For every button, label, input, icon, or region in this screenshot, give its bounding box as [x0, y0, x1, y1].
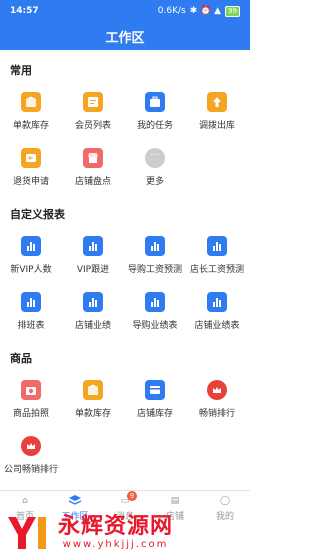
return-box-icon	[21, 148, 41, 168]
common-item-6[interactable]: 店铺盘点	[62, 148, 124, 187]
watermark-title: 永辉资源网	[58, 514, 174, 539]
watermark: 永辉资源网 www.yhkjjj.com	[0, 510, 250, 555]
member-card-icon	[83, 92, 103, 112]
common-item-5[interactable]: 退货申请	[0, 148, 62, 187]
page-title: 工作区	[0, 22, 250, 50]
inventory-card-icon	[145, 380, 165, 400]
camera-icon	[21, 380, 41, 400]
section-title-common: 常用	[10, 64, 32, 77]
item-label: 调拨出库	[198, 121, 235, 131]
bar-chart-icon	[145, 292, 165, 312]
item-label: 店长工资预测	[189, 265, 244, 275]
section-title-reports: 自定义报表	[10, 208, 65, 221]
report-item-6[interactable]: 店铺业绩	[62, 292, 124, 331]
network-speed: 0.6K/s	[157, 6, 186, 16]
bar-chart-icon	[145, 236, 165, 256]
report-item-5[interactable]: 排班表	[0, 292, 62, 331]
watermark-url: www.yhkjjj.com	[62, 539, 169, 550]
item-label: 排班表	[17, 321, 45, 331]
item-label: 店铺业绩表	[194, 321, 240, 331]
bar-chart-icon	[21, 292, 41, 312]
watermark-logo-icon	[8, 516, 46, 549]
item-label: 公司畅销排行	[3, 465, 58, 475]
item-label: VIP跟进	[76, 265, 110, 275]
item-label: 会员列表	[74, 121, 111, 131]
crown-icon	[207, 380, 227, 400]
report-item-1[interactable]: 新VIP人数	[0, 236, 62, 275]
battery-icon: 99	[225, 5, 240, 17]
report-item-4[interactable]: 店长工资预测	[186, 236, 248, 275]
bar-chart-icon	[83, 236, 103, 256]
product-item-3[interactable]: 店铺库存	[124, 380, 186, 419]
item-label: 更多	[145, 177, 164, 187]
item-label: 退货申请	[12, 177, 49, 187]
report-item-3[interactable]: 导购工资预测	[124, 236, 186, 275]
item-label: 导购工资预测	[127, 265, 182, 275]
item-label: 单款库存	[74, 409, 111, 419]
item-label: 我的任务	[136, 121, 173, 131]
upload-box-icon	[207, 92, 227, 112]
status-time: 14:57	[10, 6, 39, 16]
store-nav-icon: ▤	[170, 496, 180, 506]
home-icon: ⌂	[22, 496, 28, 506]
product-item-2[interactable]: 单款库存	[62, 380, 124, 419]
user-icon: ◯	[219, 496, 231, 506]
item-label: 商品拍照	[12, 409, 49, 419]
item-label: 店铺业绩	[74, 321, 111, 331]
bar-chart-icon	[21, 236, 41, 256]
item-label: 畅销排行	[198, 409, 235, 419]
status-icons: 0.6K/s ✱ ⏰ ▲ 99	[157, 5, 240, 17]
common-item-2[interactable]: 会员列表	[62, 92, 124, 131]
bar-chart-icon	[207, 236, 227, 256]
bar-chart-icon	[83, 292, 103, 312]
common-item-3[interactable]: 我的任务	[124, 92, 186, 131]
report-item-2[interactable]: VIP跟进	[62, 236, 124, 275]
bar-chart-icon	[207, 292, 227, 312]
unread-badge: 9	[127, 491, 137, 501]
product-item-4[interactable]: 畅销排行	[186, 380, 248, 419]
item-label: 店铺盘点	[74, 177, 111, 187]
status-bar: 14:57 0.6K/s ✱ ⏰ ▲ 99	[0, 0, 250, 22]
briefcase-icon	[145, 92, 165, 112]
common-item-7[interactable]: ··· 更多	[124, 148, 186, 187]
report-item-7[interactable]: 导购业绩表	[124, 292, 186, 331]
more-dots-icon: ···	[145, 148, 165, 168]
watermark-text: 永辉资源网 www.yhkjjj.com	[58, 514, 174, 551]
box-icon	[83, 380, 103, 400]
report-item-8[interactable]: 店铺业绩表	[186, 292, 248, 331]
item-label: 单款库存	[12, 121, 49, 131]
product-item-1[interactable]: 商品拍照	[0, 380, 62, 419]
crown-icon	[21, 436, 41, 456]
message-icon: ▭	[120, 496, 130, 506]
store-icon	[83, 148, 103, 168]
item-label: 导购业绩表	[132, 321, 178, 331]
item-label: 店铺库存	[136, 409, 173, 419]
common-item-4[interactable]: 调拨出库	[186, 92, 248, 131]
common-item-1[interactable]: 单款库存	[0, 92, 62, 131]
item-label: 新VIP人数	[10, 265, 52, 275]
section-title-products: 商品	[10, 352, 32, 365]
signal-icon: ✱ ⏰ ▲	[189, 6, 222, 16]
workspace-icon	[50, 493, 100, 509]
product-item-5[interactable]: 公司畅销排行	[0, 436, 62, 475]
box-icon	[21, 92, 41, 112]
